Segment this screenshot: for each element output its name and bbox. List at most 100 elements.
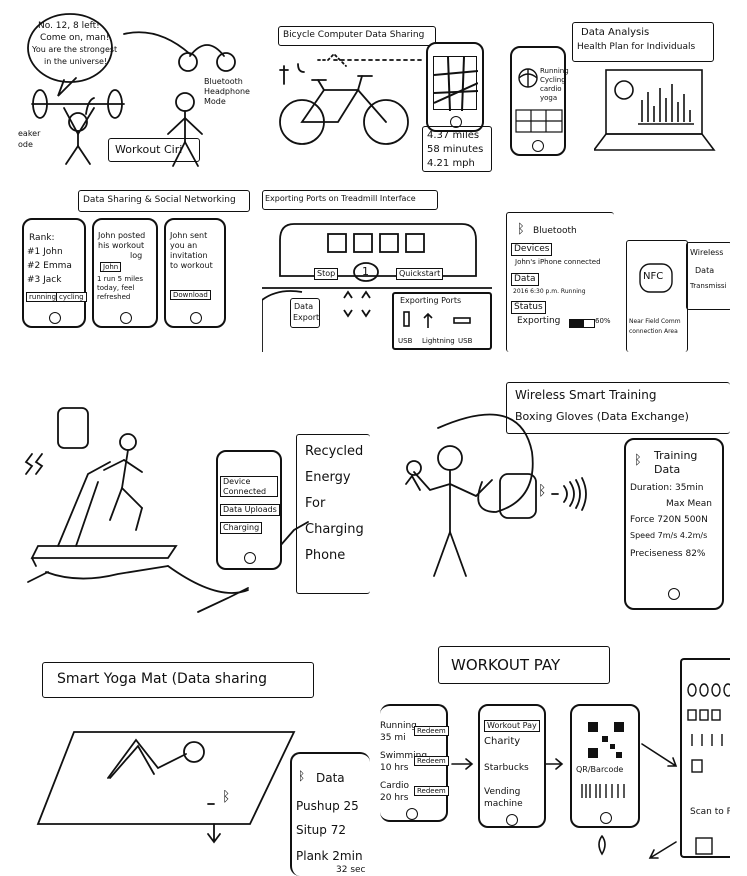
data-export-2: Export <box>293 313 320 322</box>
grid-icon <box>515 109 563 133</box>
stop-button[interactable]: Stop <box>314 268 339 280</box>
training-phone: ᛒ Training Data Duration: 35min Max Mean… <box>624 438 724 610</box>
post-line-2: his workout <box>98 241 145 250</box>
port-lightning: Lightning <box>422 337 455 345</box>
panel-treadmill-ports: Exporting Ports on Treadmill Interface S… <box>262 180 492 352</box>
wireless-line-2: Data <box>695 266 715 275</box>
post-line-1: John posted <box>98 231 146 240</box>
devices-label: Devices <box>511 243 553 256</box>
workout-pay-arrows <box>451 743 678 859</box>
training-speed: Speed 7m/s 4.2m/s <box>630 531 708 540</box>
speed-count: 1 <box>362 265 369 278</box>
energy-phone: Device Connected Data Uploads Charging <box>216 450 282 570</box>
home-button[interactable] <box>244 552 256 564</box>
port-icons <box>403 311 471 328</box>
pay-options-phone: Workout Pay Charity Starbucks Vending ma… <box>478 704 546 828</box>
home-button[interactable] <box>506 814 518 826</box>
export-percent: 60% <box>595 317 611 325</box>
home-button[interactable] <box>600 812 612 824</box>
training-duration: Duration: 35min <box>630 483 704 493</box>
wireless-line-1: Wireless <box>690 248 724 257</box>
connected-text: John's iPhone connected <box>515 258 601 266</box>
bluetooth-icon: ᛒ <box>222 789 231 805</box>
speech-line-1: No. 12, 8 left! <box>38 21 100 31</box>
analysis-title-1: Data Analysis <box>581 27 650 38</box>
bluetooth-icon: ᛒ <box>634 453 642 468</box>
rank-phone: Rank: #1 John #2 Emma #3 Jack running cy… <box>22 218 87 328</box>
stat-minutes: 58 minutes <box>427 144 484 155</box>
home-button[interactable] <box>190 312 202 324</box>
laptop-chart-icon <box>594 69 716 151</box>
post-detail-1: 1 run 5 miles <box>97 275 143 283</box>
recycled-line-3: For <box>305 496 326 511</box>
data-upload-label: Data Uploads <box>220 504 280 516</box>
headphone-mode-1: Bluetooth <box>204 77 243 86</box>
data-export-button[interactable]: Data Export <box>290 298 320 328</box>
training-title-2: Data <box>654 463 681 476</box>
panel-wireless-transfer: ᛒ Bluetooth Devices John's iPhone connec… <box>502 180 730 352</box>
home-button[interactable] <box>49 312 61 324</box>
workout-ciri-text: Workout Ciri <box>115 143 183 156</box>
recycled-energy-box: Recycled Energy For Charging Phone <box>296 434 370 594</box>
vending-option-2: machine <box>484 799 523 809</box>
nfc-caption-2: connection Area <box>629 328 678 335</box>
recycled-line-2: Energy <box>305 470 351 485</box>
export-progress-fill <box>570 320 585 327</box>
headphone-mode-2: Headphone <box>204 87 250 96</box>
starbucks-option[interactable]: Starbucks <box>484 763 529 774</box>
panel-yoga-mat: Smart Yoga Mat (Data sharing ᛒ ᛒ Data Pu… <box>18 628 370 876</box>
invite-line-2: you an <box>170 241 198 250</box>
bicycle-phone <box>426 42 484 132</box>
data-export-1: Data <box>294 302 314 311</box>
headphone-mode-3: Mode <box>204 97 226 106</box>
bicycle-title-box: Bicycle Computer Data Sharing <box>278 26 436 46</box>
tab-cycling[interactable]: cycling <box>56 292 87 303</box>
panel-boxing-gloves: Wireless Smart Training Boxing Gloves (D… <box>380 362 730 618</box>
bicycle-stats-box: 4.37 miles 58 minutes 4.21 mph <box>422 126 492 172</box>
wireless-box: Wireless Data Transmissi <box>686 242 730 310</box>
yoga-situp: Situp 72 <box>296 823 346 837</box>
vending-option[interactable]: Vending <box>484 787 520 798</box>
panel-workout-ciri: No. 12, 8 left! Come on, man! You are th… <box>18 4 252 172</box>
invite-line-1: John sent <box>170 231 208 240</box>
check-yoga: yoga <box>540 94 558 102</box>
rank-3: #3 Jack <box>27 275 62 285</box>
bluetooth-icon: ᛒ <box>298 769 306 783</box>
scan-to-pay-label: Scan to P <box>690 807 730 817</box>
yoga-plank-extra: 32 sec <box>336 865 366 875</box>
stat-mph: 4.21 mph <box>427 158 475 169</box>
yoga-plank: Plank 2min <box>296 849 363 863</box>
rank-title: Rank: <box>29 233 55 243</box>
qr-code-icon <box>588 722 624 758</box>
social-title: Data Sharing & Social Networking <box>83 195 236 205</box>
charging-label: Charging <box>220 522 263 534</box>
map-icon <box>434 57 478 111</box>
training-max-mean: Max Mean <box>666 499 712 509</box>
check-running: Running <box>540 67 569 75</box>
home-button[interactable] <box>668 588 680 600</box>
post-chip[interactable]: John <box>100 262 122 273</box>
nfc-caption-1: Near Field Comm <box>629 318 681 325</box>
panel-bicycle-computer: Bicycle Computer Data Sharing 4.37 miles… <box>262 4 492 172</box>
social-title-box: Data Sharing & Social Networking <box>78 190 250 212</box>
port-usb-2: USB <box>458 337 473 345</box>
bluetooth-title: Bluetooth <box>533 226 577 236</box>
panel-treadmill-energy: Device Connected Data Uploads Charging R… <box>18 362 370 618</box>
speaker-mode-1: eaker <box>18 129 41 138</box>
port-usb-1: USB <box>398 337 413 345</box>
speech-line-2: Come on, man! <box>40 33 110 43</box>
rank-2: #2 Emma <box>27 261 72 271</box>
quickstart-button[interactable]: Quickstart <box>396 268 444 280</box>
recycled-line-5: Phone <box>305 548 346 563</box>
home-button[interactable] <box>120 312 132 324</box>
home-button[interactable] <box>532 140 544 152</box>
workout-ciri-label: Workout Ciri <box>108 138 200 162</box>
nfc-card: NFC Near Field Comm connection Area <box>626 240 688 352</box>
charity-option[interactable]: Charity <box>484 736 520 747</box>
analysis-phone: Running Cycling cardio yoga <box>510 46 569 156</box>
training-precision: Preciseness 82% <box>630 549 706 559</box>
tab-running[interactable]: running <box>26 292 60 303</box>
panel-social-sharing: Data Sharing & Social Networking Rank: #… <box>18 180 252 352</box>
invite-line-3: invitation <box>170 251 208 260</box>
download-button[interactable]: Download <box>170 290 211 301</box>
